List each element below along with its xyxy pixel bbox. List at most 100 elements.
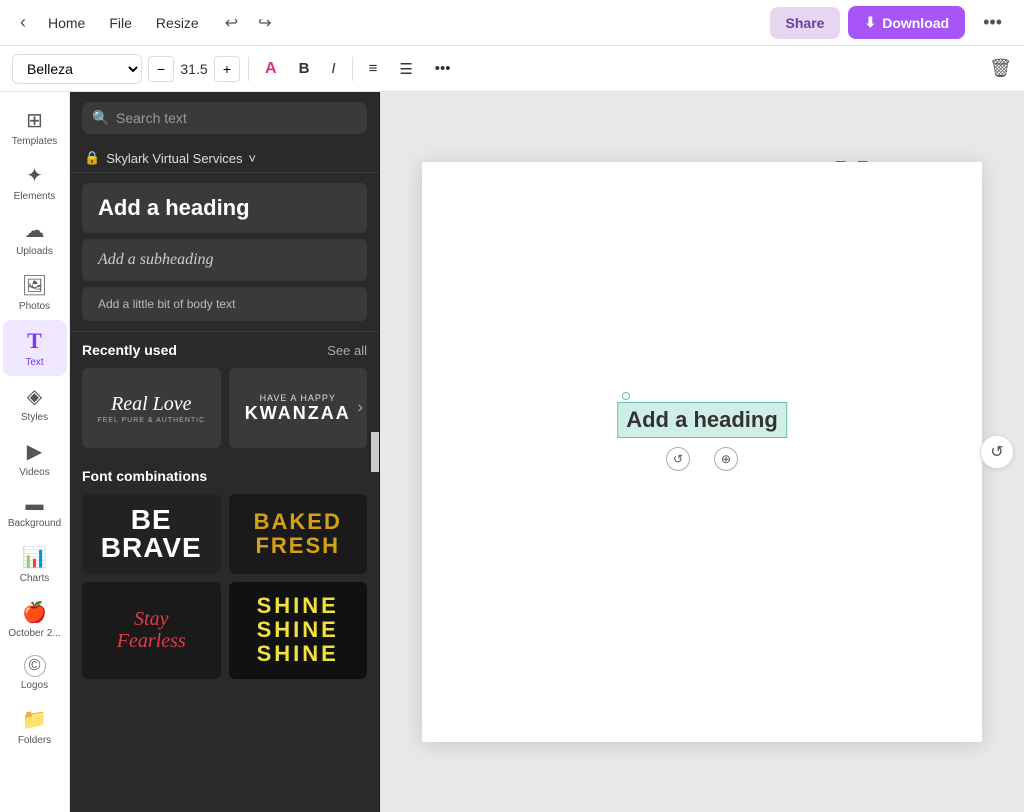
sidebar-icons: ⊞ Templates ✦ Elements ☁ Uploads 🖼 Photo… [0, 92, 70, 812]
main-layout: ⊞ Templates ✦ Elements ☁ Uploads 🖼 Photo… [0, 92, 1024, 812]
photos-label: Photos [19, 301, 50, 312]
font-size-control: − 31.5 + [148, 56, 240, 82]
text-icon: T [27, 328, 42, 354]
text-panel: 🔍 🔒 Skylark Virtual Services ˅ Add a hea… [70, 92, 380, 812]
refresh-button[interactable]: ↺ [980, 435, 1014, 469]
panel-scroll: Recently used See all Real Love FEEL PUR… [70, 332, 379, 812]
divider-2 [352, 57, 353, 81]
text-label: Text [25, 357, 43, 368]
charts-label: Charts [20, 573, 49, 584]
styles-label: Styles [21, 412, 48, 423]
templates-icon: ⊞ [26, 108, 43, 133]
share-button[interactable]: Share [770, 7, 841, 39]
sidebar-item-photos[interactable]: 🖼 Photos [3, 265, 67, 320]
bold-button[interactable]: B [291, 55, 318, 82]
recently-used-header: Recently used See all [82, 342, 367, 358]
sidebar-item-uploads[interactable]: ☁ Uploads [3, 210, 67, 265]
resize-handle[interactable] [622, 392, 630, 400]
recently-used-title: Recently used [82, 342, 177, 358]
move-control[interactable]: ⊕ [714, 447, 738, 471]
brand-lock-icon: 🔒 [84, 150, 100, 166]
back-button[interactable]: ‹ [12, 8, 34, 37]
brand-chevron-icon: ˅ [249, 151, 257, 166]
font-combinations-title: Font combinations [82, 468, 367, 484]
search-input[interactable] [82, 102, 367, 134]
sidebar-item-october[interactable]: 🍎 October 2... [3, 592, 67, 647]
recently-used-item-real-love[interactable]: Real Love FEEL PURE & AUTHENTIC [82, 368, 221, 448]
divider-1 [248, 57, 249, 81]
brand-bar[interactable]: 🔒 Skylark Virtual Services ˅ [70, 144, 379, 173]
sidebar-item-background[interactable]: ▬ Background [3, 486, 67, 537]
uploads-label: Uploads [16, 246, 53, 257]
charts-icon: 📊 [22, 545, 47, 570]
sidebar-item-elements[interactable]: ✦ Elements [3, 155, 67, 210]
sidebar-item-folders[interactable]: 📁 Folders [3, 699, 67, 754]
font-family-select[interactable]: Belleza [12, 54, 142, 84]
sidebar-item-charts[interactable]: 📊 Charts [3, 537, 67, 592]
resize-button[interactable]: Resize [146, 9, 209, 37]
recently-used-item-kwanzaa[interactable]: HAVE A HAPPY KWANZAA › [229, 368, 368, 448]
file-button[interactable]: File [99, 9, 142, 37]
canvas-heading-element[interactable]: Add a heading [617, 402, 787, 438]
more-options-button[interactable]: ••• [973, 6, 1012, 39]
photos-icon: 🖼 [22, 273, 47, 298]
rotate-control[interactable]: ↺ [666, 447, 690, 471]
sidebar-item-styles[interactable]: ◈ Styles [3, 376, 67, 431]
folders-icon: 📁 [22, 707, 47, 732]
folders-label: Folders [18, 735, 51, 746]
styles-icon: ◈ [27, 384, 42, 409]
font-combo-baked-fresh[interactable]: BAKEDFRESH [229, 494, 368, 574]
uploads-icon: ☁ [25, 218, 45, 243]
font-size-increase[interactable]: + [214, 56, 240, 82]
videos-label: Videos [19, 467, 49, 478]
recently-used-section: Recently used See all Real Love FEEL PUR… [70, 332, 379, 458]
sidebar-item-logos[interactable]: © Logos [3, 647, 67, 699]
add-subheading-option[interactable]: Add a subheading [82, 239, 367, 281]
sidebar-item-videos[interactable]: ▶ Videos [3, 431, 67, 486]
download-label: Download [882, 15, 949, 31]
videos-icon: ▶ [27, 439, 42, 464]
font-size-decrease[interactable]: − [148, 56, 174, 82]
sidebar-item-templates[interactable]: ⊞ Templates [3, 100, 67, 155]
top-toolbar: ‹ Home File Resize ↩ ↪ Share ⬇ Download … [0, 0, 1024, 46]
download-button[interactable]: ⬇ Download [848, 6, 965, 39]
templates-label: Templates [12, 136, 58, 147]
see-all-button[interactable]: See all [327, 343, 367, 358]
logos-icon: © [24, 655, 46, 677]
background-icon: ▬ [26, 494, 44, 515]
undo-redo-group: ↩ ↪ [217, 8, 280, 38]
font-combo-stay-fearless[interactable]: StayFearless [82, 582, 221, 679]
undo-button[interactable]: ↩ [217, 8, 246, 38]
list-button[interactable]: ☰ [391, 55, 420, 83]
october-label: October 2... [8, 628, 60, 639]
elements-icon: ✦ [26, 163, 43, 188]
elements-label: Elements [14, 191, 56, 202]
nav-left: ‹ Home File Resize [12, 8, 209, 37]
font-combinations-section: Font combinations BEBRAVE BAKEDFRESH Sta… [70, 458, 379, 689]
align-button[interactable]: ≡ [361, 55, 386, 82]
font-combo-shine[interactable]: SHINESHINESHINE [229, 582, 368, 679]
home-button[interactable]: Home [38, 9, 95, 37]
redo-button[interactable]: ↪ [250, 8, 279, 38]
add-heading-option[interactable]: Add a heading [82, 183, 367, 233]
sidebar-item-text[interactable]: T Text [3, 320, 67, 376]
format-more-button[interactable]: ••• [427, 55, 459, 82]
recently-used-items: Real Love FEEL PURE & AUTHENTIC HAVE A H… [82, 368, 367, 448]
text-color-button[interactable]: A [257, 55, 285, 83]
canvas-text-controls: ↺ ⊕ [666, 447, 738, 471]
canvas-paper: Add a heading ↺ ⊕ [422, 162, 982, 742]
canvas-area: add text Add a heading ↺ ⊕ [380, 92, 1024, 812]
font-combos-grid: BEBRAVE BAKEDFRESH StayFearless SHINESHI… [82, 494, 367, 679]
font-size-value: 31.5 [178, 61, 210, 77]
italic-button[interactable]: I [323, 55, 343, 82]
brand-name: Skylark Virtual Services [106, 151, 242, 166]
font-combo-be-brave[interactable]: BEBRAVE [82, 494, 221, 574]
delete-button[interactable]: 🗑 [989, 58, 1012, 79]
scroll-right-icon: › [358, 399, 363, 417]
toolbar-right: Share ⬇ Download ••• [770, 6, 1012, 39]
format-toolbar: Belleza − 31.5 + A B I ≡ ☰ ••• 🗑 [0, 46, 1024, 92]
add-body-option[interactable]: Add a little bit of body text [82, 287, 367, 321]
text-type-options: Add a heading Add a subheading Add a lit… [70, 173, 379, 332]
panel-collapse-button[interactable]: ‹ [371, 432, 380, 472]
logos-label: Logos [21, 680, 48, 691]
